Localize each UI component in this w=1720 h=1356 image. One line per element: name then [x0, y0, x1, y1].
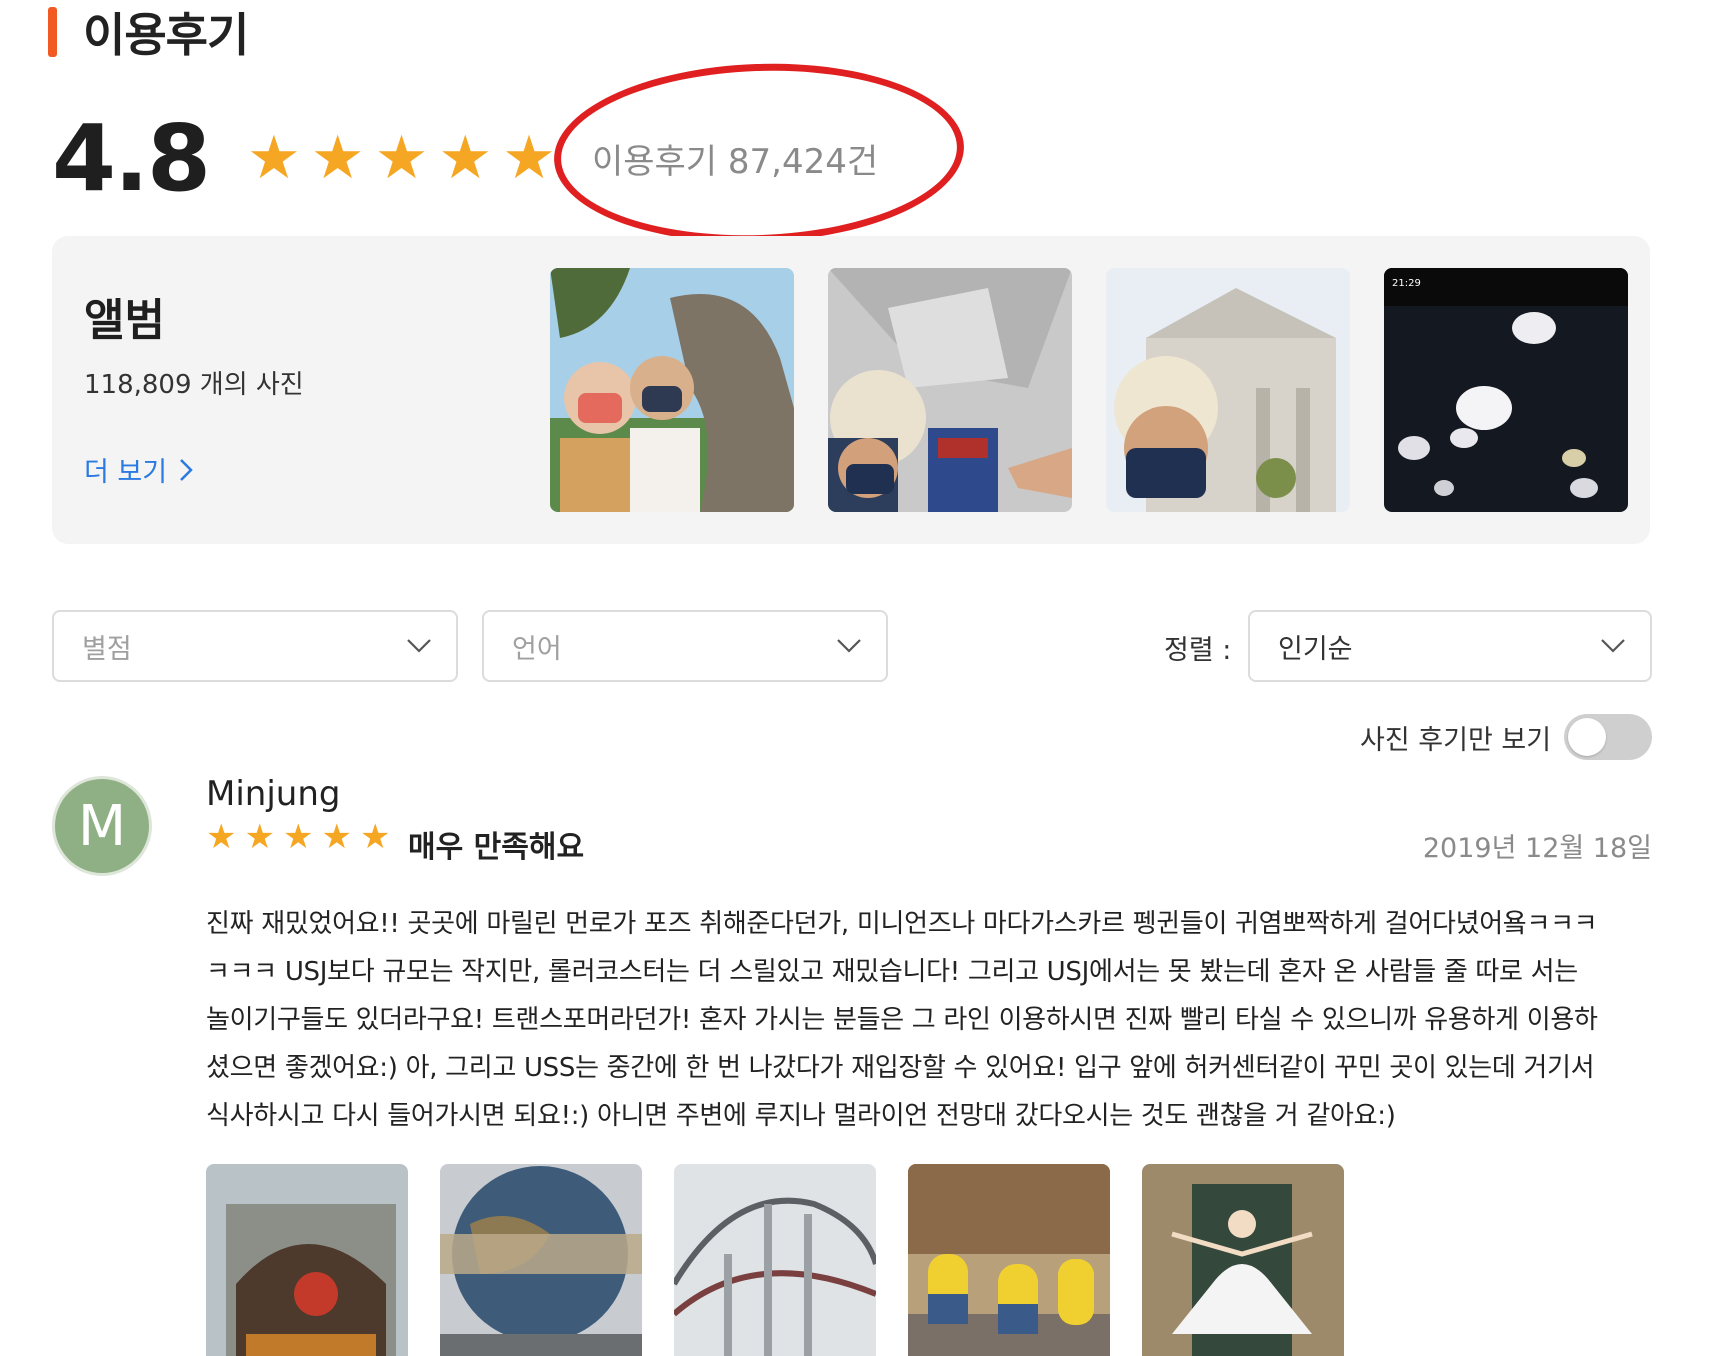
section-header: 이용후기	[48, 4, 249, 62]
star-icon: ★	[246, 123, 301, 193]
review-photo-marilyn[interactable]	[1142, 1164, 1344, 1356]
photo-only-toggle[interactable]	[1564, 714, 1652, 760]
annotation-circle	[551, 56, 967, 250]
chevron-down-icon	[406, 632, 432, 658]
photo-only-label: 사진 후기만 보기	[1360, 725, 1552, 756]
section-title: 이용후기	[83, 8, 249, 62]
language-filter-dropdown[interactable]: 언어	[482, 610, 888, 682]
star-icon: ★	[206, 817, 237, 857]
rating-stars: ★ ★ ★ ★ ★	[247, 128, 556, 188]
sort-value: 인기순	[1278, 633, 1353, 665]
album-more-link[interactable]: 더 보기	[84, 450, 193, 489]
language-filter-label: 언어	[512, 633, 562, 665]
sort-label: 정렬 :	[1164, 635, 1232, 666]
review-text-line: ㅋㅋㅋ USJ보다 규모는 작지만, 롤러코스터는 더 스릴있고 재밌습니다! …	[206, 957, 1578, 987]
rating-filter-dropdown[interactable]: 별점	[52, 610, 458, 682]
star-icon: ★	[438, 123, 493, 193]
star-icon: ★	[321, 817, 352, 857]
review-photo-minions[interactable]	[908, 1164, 1110, 1356]
review-photo-sesame-street[interactable]	[206, 1164, 408, 1356]
album-photo-building-selfie[interactable]	[1106, 268, 1350, 512]
star-icon: ★	[502, 123, 556, 193]
review-photo-universal-globe[interactable]	[440, 1164, 642, 1356]
review-text-line: 셨으면 좋겠어요:) 아, 그리고 USS는 중간에 한 번 나갔다가 재입장할…	[206, 1053, 1595, 1083]
toggle-knob	[1568, 718, 1606, 756]
review-photo-rollercoaster[interactable]	[674, 1164, 876, 1356]
chevron-down-icon	[1600, 632, 1626, 658]
review-date: 2019년 12월 18일	[1422, 833, 1652, 864]
album-photo-transformers-selfie[interactable]	[828, 268, 1072, 512]
avatar: M	[52, 776, 152, 876]
star-icon: ★	[359, 817, 391, 857]
album-photo-jellyfish[interactable]: 21:29	[1384, 268, 1628, 512]
album-photo-dinosaur-selfie[interactable]	[550, 268, 794, 512]
reviewer-name: Minjung	[206, 774, 341, 814]
review-text-line: 진짜 재밌었어요!! 곳곳에 마릴린 먼로가 포즈 취해준다던가, 미니언즈나 …	[206, 909, 1598, 939]
svg-text:21:29: 21:29	[1392, 278, 1421, 289]
chevron-right-icon	[179, 458, 193, 482]
album-more-label: 더 보기	[84, 457, 168, 488]
review-text-line: 식사하시고 다시 들어가시면 되요!:) 아니면 주변에 루지나 멀라이언 전망…	[206, 1101, 1396, 1131]
album-photo-count: 118,809 개의 사진	[84, 370, 304, 400]
sort-dropdown[interactable]: 인기순	[1248, 610, 1652, 682]
star-icon: ★	[282, 817, 314, 857]
star-icon: ★	[244, 817, 275, 857]
rating-score: 4.8	[52, 104, 211, 212]
review-text-line: 놀이기구들도 있더라구요! 트랜스포머라던가! 혼자 가시는 분들은 그 라인 …	[206, 1005, 1598, 1035]
album-title: 앨범	[84, 295, 165, 346]
album-card: 앨범 118,809 개의 사진 더 보기 21:29	[52, 236, 1650, 544]
rating-filter-label: 별점	[82, 633, 132, 665]
review-headline: 매우 만족해요	[408, 830, 585, 865]
title-accent-bar	[48, 7, 57, 57]
star-icon: ★	[310, 123, 365, 193]
chevron-down-icon	[836, 632, 862, 658]
star-icon: ★	[374, 123, 429, 193]
review-rating-stars: ★ ★ ★ ★ ★	[206, 820, 390, 854]
review-body: 진짜 재밌었어요!! 곳곳에 마릴린 먼로가 포즈 취해준다던가, 미니언즈나 …	[206, 900, 1646, 1140]
